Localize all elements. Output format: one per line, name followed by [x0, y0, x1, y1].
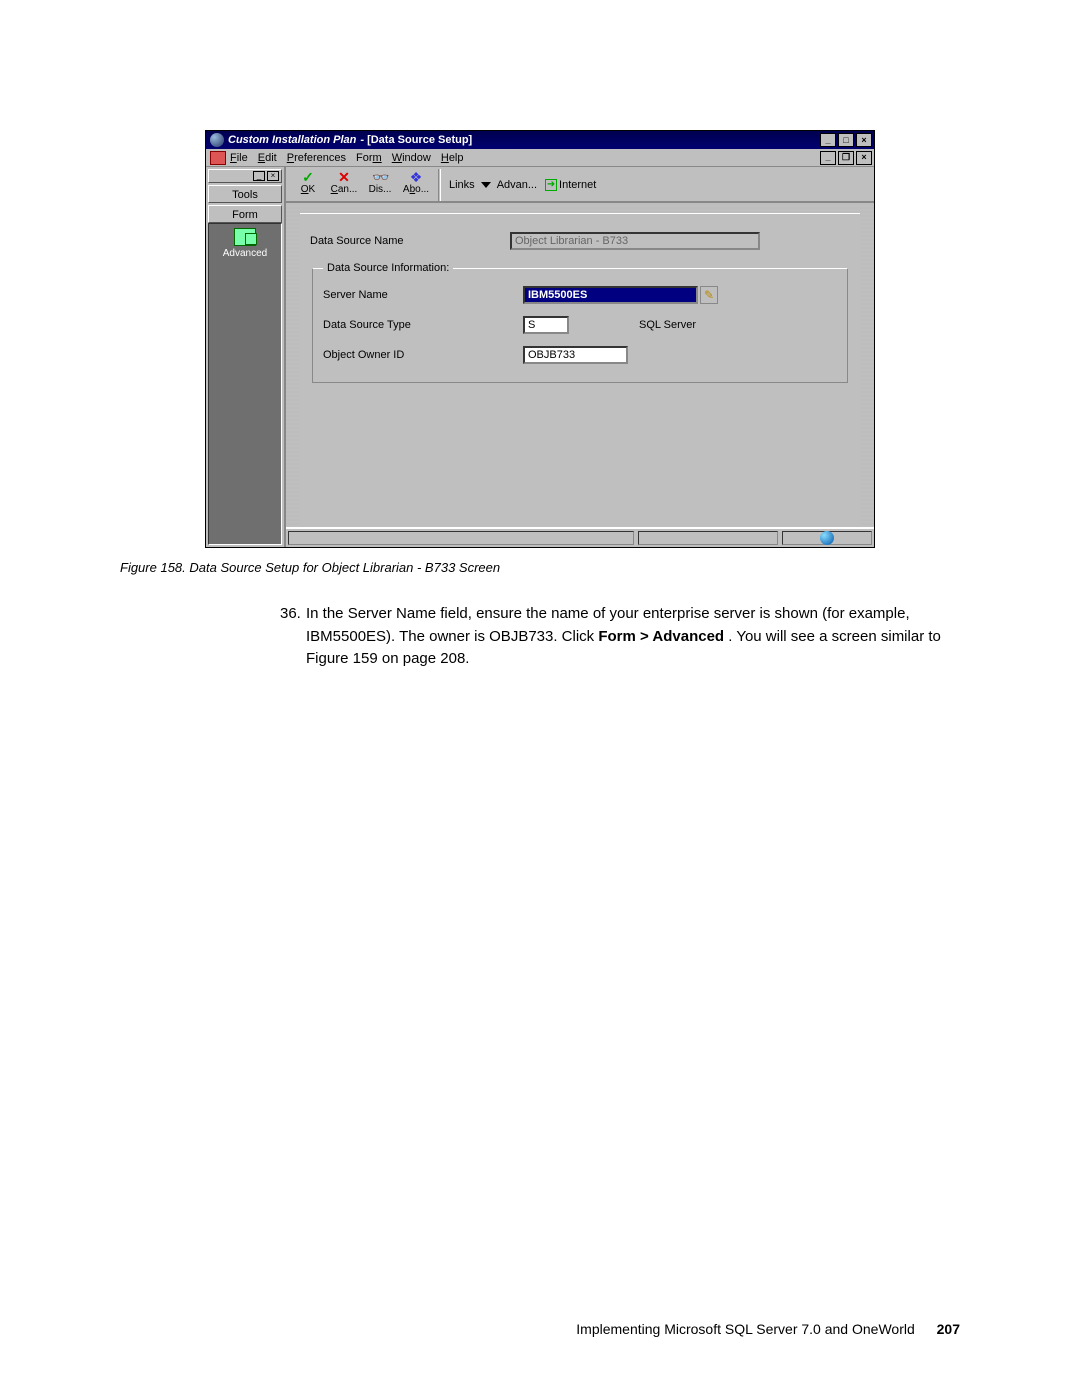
title-sub: - [Data Source Setup]: [360, 134, 472, 146]
glasses-icon: 👓: [372, 169, 388, 183]
sidebar-min-icon[interactable]: _: [253, 171, 265, 181]
menu-edit[interactable]: Edit: [258, 152, 277, 164]
close-button[interactable]: ×: [856, 133, 872, 147]
about-button[interactable]: ❖ Abo...: [398, 169, 434, 195]
dsn-label: Data Source Name: [310, 235, 510, 247]
owner-field[interactable]: [523, 346, 628, 364]
status-cell-1: [288, 531, 634, 545]
status-globe: [782, 531, 872, 545]
dstype-text: SQL Server: [639, 319, 696, 331]
minimize-button[interactable]: _: [820, 133, 836, 147]
server-picker-button[interactable]: ✎: [700, 286, 718, 304]
step-body: In the Server Name field, ensure the nam…: [306, 603, 960, 671]
about-icon: ❖: [408, 169, 424, 183]
server-label: Server Name: [323, 289, 523, 301]
toolbar-links: Links Advan... ➜ Internet: [449, 169, 596, 201]
main-area: ✓ OK ✕ Can... 👓 Dis... ❖ Abo...: [286, 167, 874, 547]
app-icon: [210, 133, 224, 147]
sidebar-form-button[interactable]: Form: [208, 205, 282, 223]
step-bold: Form > Advanced: [598, 628, 724, 645]
internet-button[interactable]: ➜ Internet: [545, 179, 596, 191]
child-minimize-button[interactable]: _: [820, 151, 836, 165]
ok-button[interactable]: ✓ OK: [290, 169, 326, 195]
sidebar-header: _ ×: [208, 169, 282, 183]
advanced-icon[interactable]: [234, 228, 256, 246]
dstype-label: Data Source Type: [323, 319, 523, 331]
check-icon: ✓: [300, 169, 316, 183]
app-window: Custom Installation Plan - [Data Source …: [205, 130, 875, 548]
dstype-code-field[interactable]: [523, 316, 569, 334]
sidebar-panel: Advanced: [208, 223, 282, 545]
globe-icon: [820, 531, 834, 545]
dropdown-icon[interactable]: [481, 182, 491, 188]
step-36: 36. In the Server Name field, ensure the…: [280, 603, 960, 671]
status-cell-2: [638, 531, 778, 545]
maximize-button[interactable]: □: [838, 133, 854, 147]
advanced-label[interactable]: Advanced: [223, 248, 267, 259]
server-field[interactable]: [523, 286, 698, 304]
sidebar-tools-button[interactable]: Tools: [208, 185, 282, 203]
titlebar: Custom Installation Plan - [Data Source …: [206, 131, 874, 149]
step-number: 36.: [280, 603, 306, 671]
menu-form[interactable]: Form: [356, 152, 382, 164]
toolbar-divider: [438, 169, 441, 201]
menu-file[interactable]: File: [230, 152, 248, 164]
statusbar: [286, 527, 874, 547]
child-restore-button[interactable]: ❐: [838, 151, 854, 165]
advan-button[interactable]: Advan...: [497, 179, 537, 191]
doc-icon: [210, 151, 226, 165]
ds-info-group: Data Source Information: Server Name ✎ D…: [312, 262, 848, 383]
display-button[interactable]: 👓 Dis...: [362, 169, 398, 195]
x-icon: ✕: [336, 169, 352, 183]
dsn-field: [510, 232, 760, 250]
title-main: Custom Installation Plan: [228, 134, 356, 146]
ds-info-legend: Data Source Information:: [323, 262, 453, 274]
internet-icon: ➜: [545, 179, 557, 191]
sidebar-close-icon[interactable]: ×: [267, 171, 279, 181]
owner-label: Object Owner ID: [323, 349, 523, 361]
form-area: Data Source Name Data Source Information…: [286, 203, 874, 527]
figure-caption: Figure 158. Data Source Setup for Object…: [120, 560, 960, 575]
menu-preferences[interactable]: Preferences: [287, 152, 346, 164]
menubar: File Edit Preferences Form Window Help _…: [206, 149, 874, 167]
cancel-button[interactable]: ✕ Can...: [326, 169, 362, 195]
links-label: Links: [449, 179, 475, 191]
menu-window[interactable]: Window: [392, 152, 431, 164]
sidebar: _ × Tools Form Advanced: [206, 167, 286, 547]
footer-text: Implementing Microsoft SQL Server 7.0 an…: [576, 1321, 914, 1337]
page-number: 207: [937, 1321, 960, 1337]
menu-help[interactable]: Help: [441, 152, 464, 164]
internet-label: Internet: [559, 179, 596, 191]
toolbar: ✓ OK ✕ Can... 👓 Dis... ❖ Abo...: [286, 167, 874, 203]
page-footer: Implementing Microsoft SQL Server 7.0 an…: [576, 1321, 960, 1337]
child-close-button[interactable]: ×: [856, 151, 872, 165]
